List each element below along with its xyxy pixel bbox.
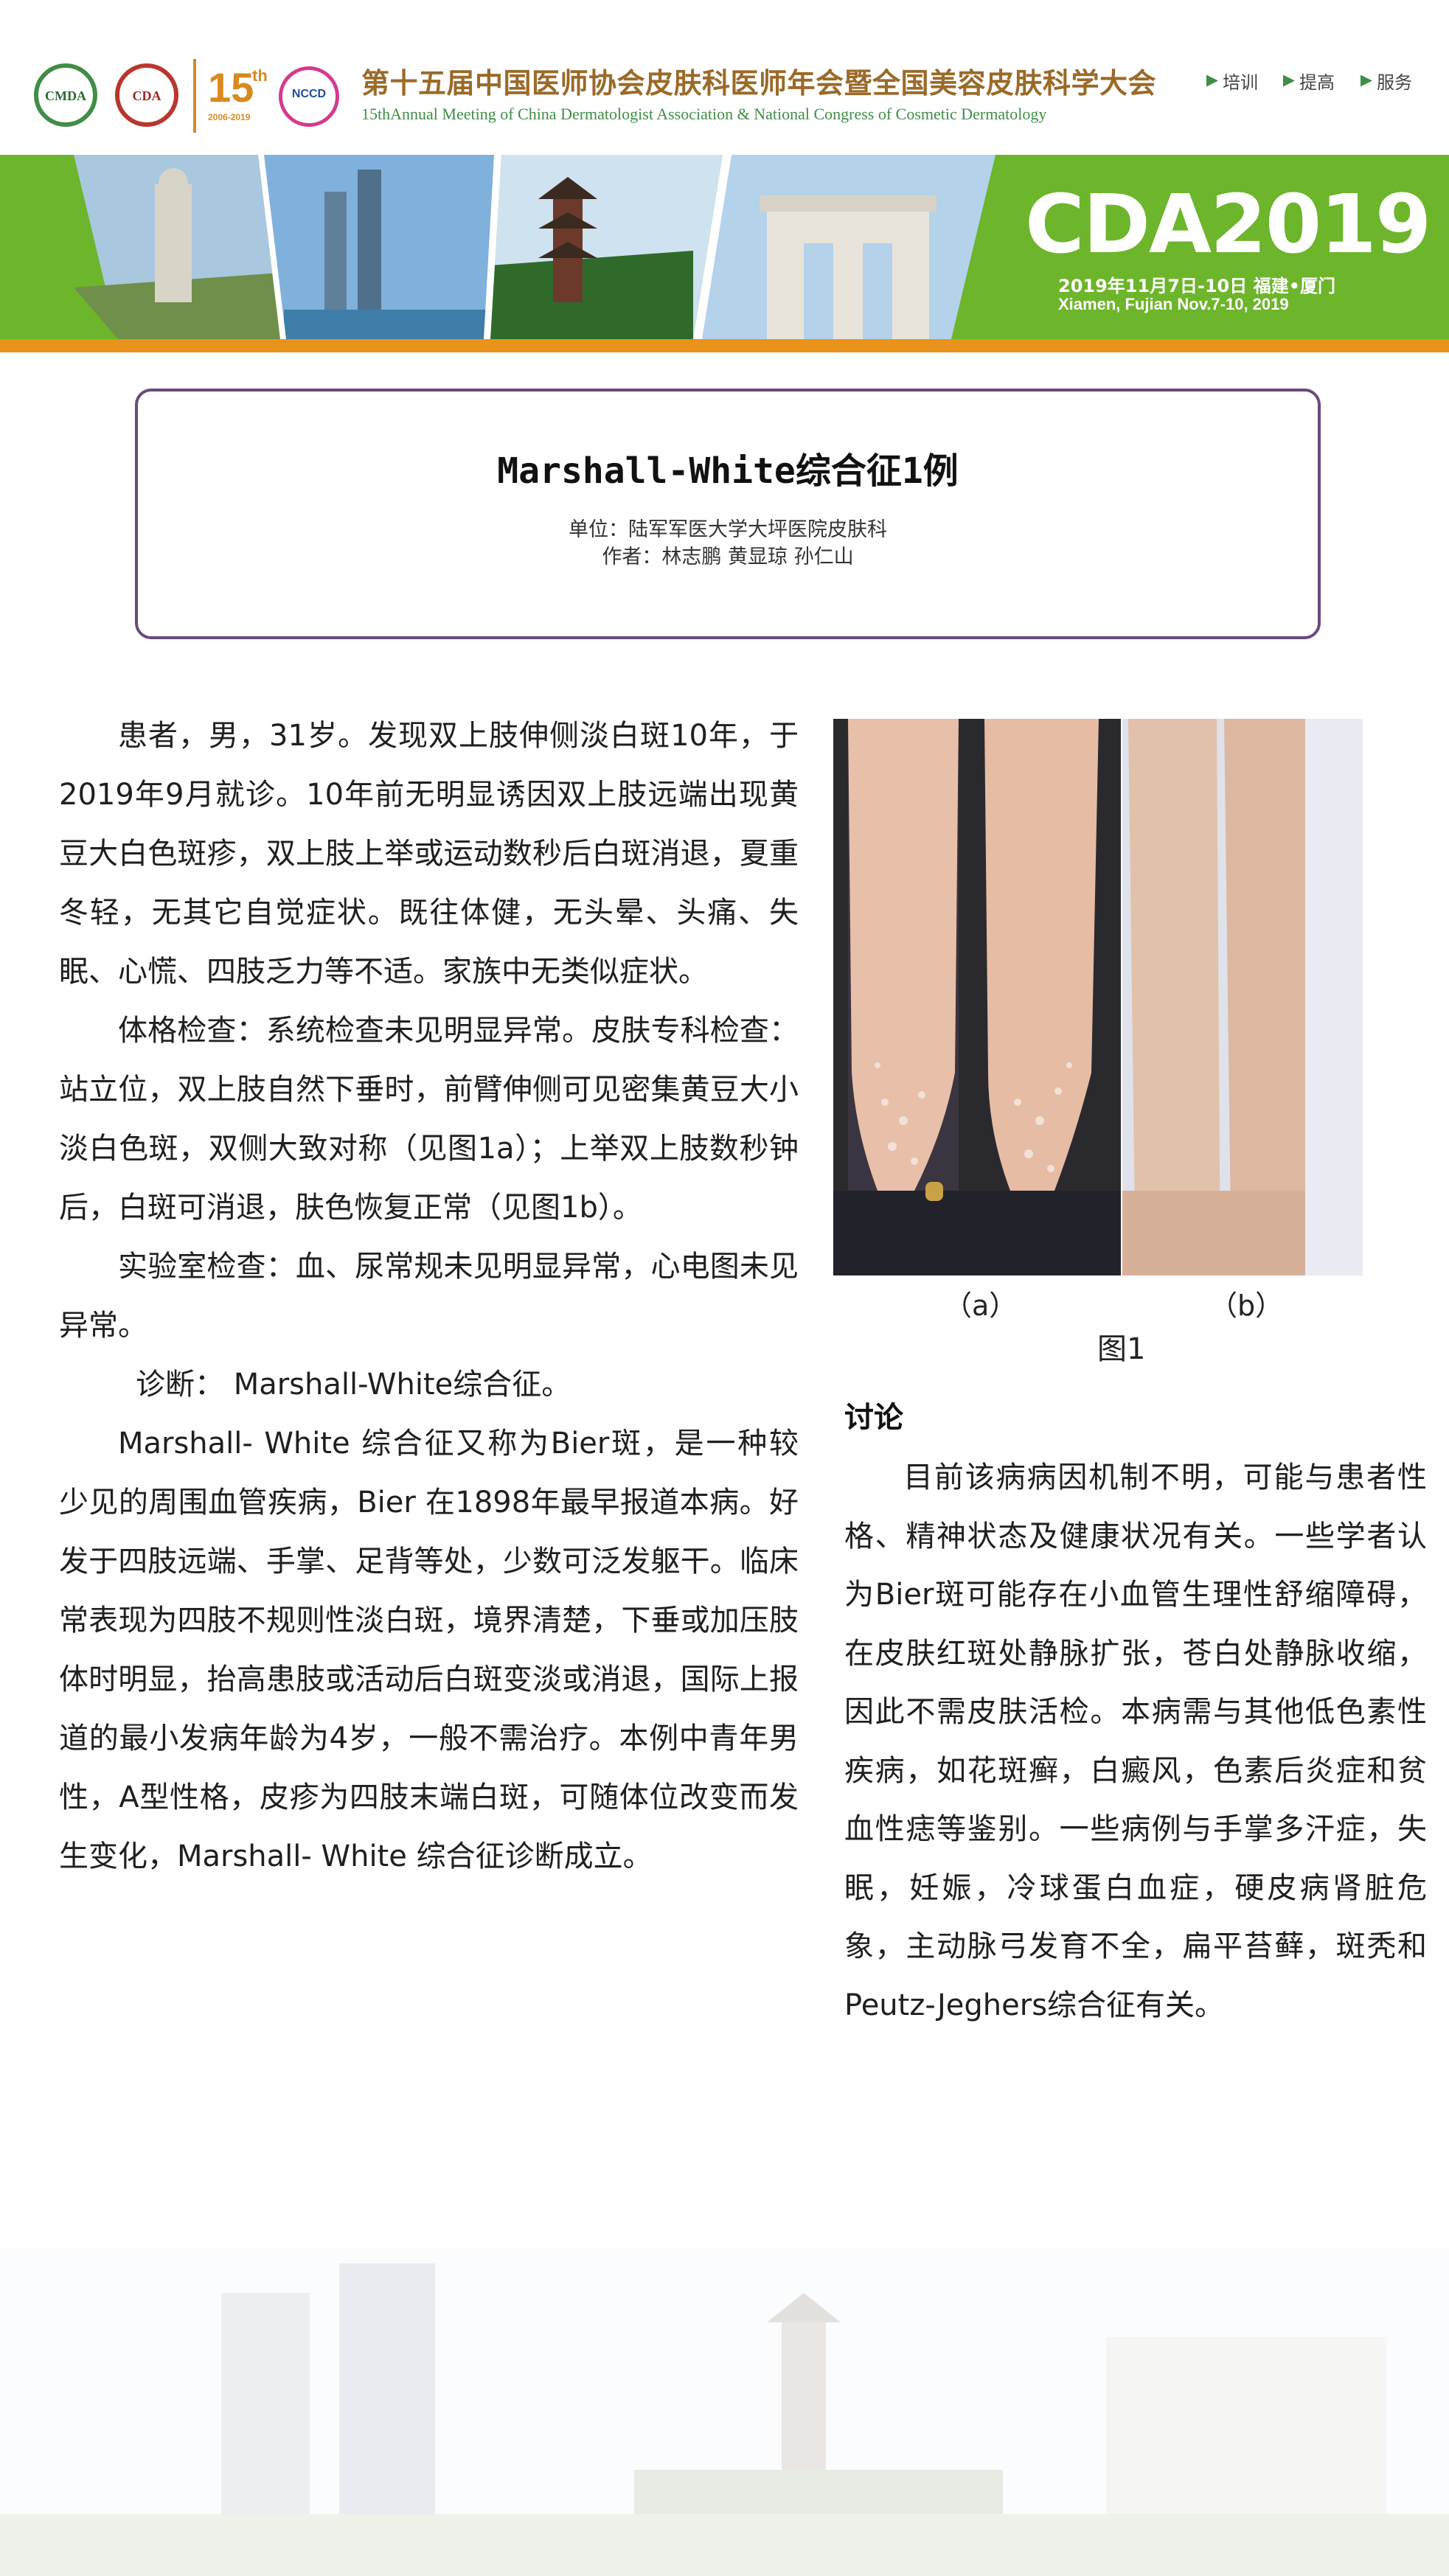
clinical-photo-figure — [833, 719, 1363, 1275]
nav-label: 培训 — [1223, 72, 1258, 93]
conference-banner: CDA2019 2019年11月7日-10日 福建•厦门 Xiamen, Fuj… — [0, 155, 1449, 347]
conference-header: CMDA CDA 15 th 2006-2019 NCCD 第十五届中国医师协会… — [0, 0, 1449, 155]
nav-label: 服务 — [1377, 72, 1412, 93]
play-arrow-icon — [1283, 74, 1295, 87]
nav-training[interactable]: 培训 — [1206, 68, 1258, 94]
orange-divider — [0, 339, 1449, 352]
figure-label: 图1 — [1097, 1332, 1146, 1366]
cda-logo: CDA — [115, 63, 178, 127]
lab-exam-paragraph: 实验室检查：血、尿常规未见明显异常，心电图未见异常。 — [59, 1250, 799, 1343]
affiliation: 单位：陆军军医大学大坪医院皮肤科 — [569, 518, 887, 541]
paper-title: Marshall-White综合征1例 — [497, 450, 959, 492]
discussion-paragraph: 目前该病病因机制不明，可能与患者性格、精神状态及健康状况有关。一些学者认为Bie… — [844, 1461, 1427, 2022]
figure-caption-a: （a） — [944, 1289, 1018, 1322]
authors: 作者：林志鹏 黄显琼 孙仁山 — [602, 546, 854, 568]
conference-title: 第十五届中国医师协会皮肤科医师年会暨全国美容皮肤科学大会 — [361, 67, 1157, 100]
case-history-paragraph: 患者，男，31岁。发现双上肢伸侧淡白斑10年，于2019年9月就诊。10年前无明… — [59, 719, 799, 989]
conference-place: Xiamen, Fujian Nov.7-10, 2019 — [1058, 295, 1289, 313]
paper-title-box: Marshall-White综合征1例 单位：陆军军医大学大坪医院皮肤科 作者：… — [135, 389, 1321, 639]
fifteenth-anniversary-logo: 15 th 2006-2019 — [193, 59, 276, 133]
xiamen-landmark-photos — [74, 155, 995, 339]
disease-overview-paragraph: Marshall- White 综合征又称为Bier斑，是一种较少见的周围血管疾… — [59, 1427, 799, 1873]
diagnosis-paragraph: 诊断： Marshall-White综合征。 — [136, 1368, 571, 1402]
case-report-text: 患者，男，31岁。发现双上肢伸侧淡白斑10年，于2019年9月就诊。10年前无明… — [59, 706, 799, 1886]
discussion-section: 目前该病病因机制不明，可能与患者性格、精神状态及健康状况有关。一些学者认为Bie… — [844, 1449, 1427, 2035]
nccd-logo: NCCD — [279, 66, 339, 127]
play-arrow-icon — [1206, 74, 1218, 87]
physical-exam-paragraph: 体格检查：系统检查未见明显异常。皮肤专科检查：站立位，双上肢自然下垂时，前臂伸侧… — [59, 1014, 799, 1225]
conference-date: 2019年11月7日-10日 福建•厦门 — [1058, 276, 1335, 296]
discussion-heading: 讨论 — [844, 1401, 903, 1435]
nav-service[interactable]: 服务 — [1361, 68, 1412, 94]
nav-improve[interactable]: 提高 — [1283, 68, 1335, 94]
cmda-logo: CMDA — [34, 63, 97, 127]
figure-caption-b: （b） — [1209, 1289, 1284, 1322]
nav-label: 提高 — [1299, 72, 1335, 93]
faded-landmark-background — [0, 2249, 1449, 2576]
conference-subtitle: 15thAnnual Meeting of China Dermatologis… — [361, 105, 1047, 123]
brand-wordmark: CDA2019 — [1025, 177, 1431, 271]
play-arrow-icon — [1361, 74, 1372, 87]
